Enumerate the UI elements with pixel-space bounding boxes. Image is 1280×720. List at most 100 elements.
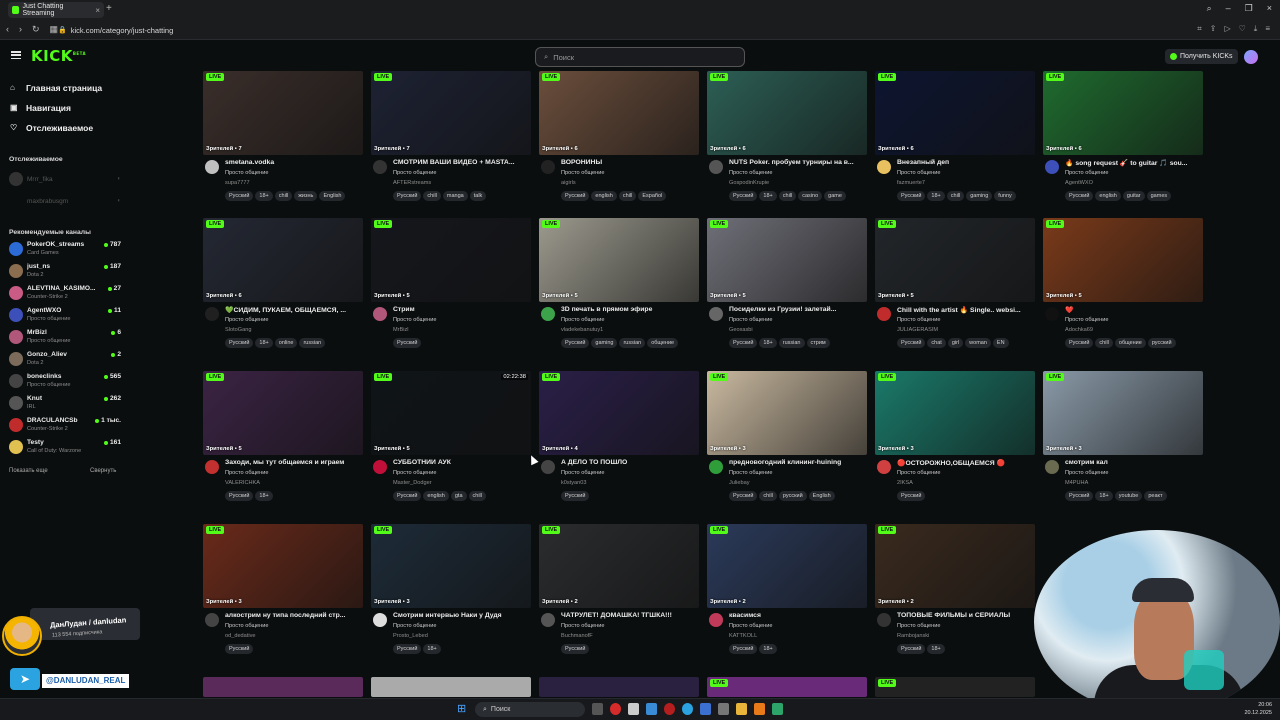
kick-logo[interactable]: KICKBETA	[31, 47, 86, 65]
tag-chip[interactable]: game	[824, 191, 846, 201]
tag-chip[interactable]: chill	[778, 191, 797, 201]
tag-chip[interactable]: Русский	[225, 191, 254, 201]
tag-chip[interactable]: 18+	[759, 644, 777, 654]
app-icon[interactable]	[646, 703, 657, 715]
vlc-icon[interactable]	[754, 703, 765, 715]
stream-title[interactable]: А ДЕЛО ТО ПОШЛО	[561, 459, 697, 466]
channel-avatar[interactable]	[877, 460, 891, 474]
stream-card[interactable]: LIVE Зрителей • 7 СМОТРИМ ВАШИ ВИДЕО + MAS…	[371, 71, 531, 211]
stream-card[interactable]: LIVE Зрителей • 5 3D печать в прямом эфире…	[539, 218, 699, 358]
tag-chip[interactable]: manga	[442, 191, 468, 201]
tag-chip[interactable]: Русский	[561, 338, 590, 348]
tag-chip[interactable]: 18+	[1095, 491, 1113, 501]
channel-avatar[interactable]	[205, 613, 219, 627]
stream-thumbnail[interactable]: LIVE Зрителей • 7	[371, 71, 531, 155]
tag-chip[interactable]: русский	[778, 491, 807, 501]
stream-card[interactable]: LIVE Зрителей • 3 Смотрим интервью Наки у …	[371, 524, 531, 664]
channel-name[interactable]: vladekebanutuy1	[561, 327, 603, 333]
stream-thumbnail[interactable]: LIVE Зрителей • 3	[875, 371, 1035, 455]
taskbar-search[interactable]: ⌕ Поиск	[475, 702, 585, 717]
tag-chip[interactable]: Русский	[1065, 191, 1094, 201]
tag-chip[interactable]: Русский	[393, 338, 422, 348]
stream-card[interactable]: LIVE Зрителей • 5 Chill with the artist 🔥 …	[875, 218, 1035, 358]
tag-chip[interactable]: Русский	[897, 191, 926, 201]
tag-chip[interactable]: 18+	[255, 491, 273, 501]
screenshot-icon[interactable]: ⌗	[1197, 24, 1202, 34]
channel-avatar[interactable]	[373, 160, 387, 174]
close-window-icon[interactable]: ×	[1267, 3, 1272, 14]
telegram-taskbar-icon[interactable]	[682, 703, 693, 715]
browser-tab[interactable]: Just Chatting Streaming ×	[8, 2, 104, 18]
windows-start-icon[interactable]: ⊞	[457, 703, 469, 715]
stream-thumbnail[interactable]: LIVE Зрителей • 7	[203, 71, 363, 155]
stream-title[interactable]: NUTS Poker. пробуем турниры на в...	[729, 159, 865, 166]
channel-avatar[interactable]	[541, 460, 555, 474]
tag-chip[interactable]: EN	[992, 338, 1009, 348]
stream-thumbnail[interactable]: LIVE Зрителей • 2	[875, 524, 1035, 608]
stream-category[interactable]: Просто общение	[1065, 317, 1109, 323]
stream-card[interactable]: LIVE Зрителей • 6 ВОРОНИНЫ Просто общение ai…	[539, 71, 699, 211]
channel-name[interactable]: 2IKSA	[897, 480, 913, 486]
channel-avatar[interactable]	[877, 160, 891, 174]
stream-title[interactable]: 🔥 song request 🎸 to guitar 🎵 sou...	[1065, 159, 1201, 167]
tag-chip[interactable]: russian	[619, 338, 646, 348]
stream-card[interactable]: LIVE 02:22:38 Зрителей • 5 СУББОТНИЙ АУК Про…	[371, 371, 531, 511]
sidebar-recommended-channel[interactable]: boneclinks Просто общение 565	[9, 372, 121, 392]
stream-category[interactable]: Просто общение	[561, 623, 605, 629]
tag-chip[interactable]: guitar	[1122, 191, 1145, 201]
channel-name[interactable]: aigirls	[561, 180, 576, 186]
get-kicks-button[interactable]: Получить KICKs	[1165, 49, 1238, 64]
tag-chip[interactable]: English	[319, 191, 346, 201]
bookmark-icon[interactable]: ♡	[1239, 24, 1246, 34]
tag-chip[interactable]: Русский	[561, 491, 590, 501]
tabs-grid-icon[interactable]: ▦	[50, 24, 59, 35]
stream-card[interactable]: LIVE Зрителей • 2 ТОПОВЫЕ ФИЛЬМЫ и СЕРИАЛЫ…	[875, 524, 1035, 664]
sidebar-recommended-channel[interactable]: AgentWXO Просто общение 11	[9, 306, 121, 326]
hamburger-menu-icon[interactable]	[11, 51, 21, 59]
tag-chip[interactable]: English	[808, 491, 835, 501]
tag-chip[interactable]: youtube	[1114, 491, 1143, 501]
tag-chip[interactable]: chill	[468, 491, 486, 501]
channel-avatar[interactable]	[1045, 160, 1059, 174]
stream-category[interactable]: Просто общение	[225, 170, 269, 176]
tag-chip[interactable]: Русский	[897, 491, 926, 501]
stream-title[interactable]: smetana.vodka	[225, 159, 361, 166]
stream-card[interactable]: LIVE Зрителей • 5 Заходи, мы тут общаемся …	[203, 371, 363, 511]
search-input[interactable]: ⌕ Поиск	[535, 47, 745, 67]
channel-name[interactable]: Master_Dodger	[393, 480, 432, 486]
stream-category[interactable]: Просто общение	[897, 317, 941, 323]
stream-category[interactable]: Просто общение	[225, 623, 269, 629]
stream-category[interactable]: Просто общение	[897, 623, 941, 629]
tag-chip[interactable]: Русский	[561, 191, 590, 201]
stream-thumbnail[interactable]: LIVE 02:22:38 Зрителей • 5	[371, 371, 531, 455]
followed-channel[interactable]: Mrrr_fika ◐	[9, 172, 121, 186]
tag-chip[interactable]: funny	[994, 191, 1016, 201]
app-icon[interactable]	[718, 703, 729, 715]
tag-chip[interactable]: общение	[647, 338, 679, 348]
stream-title[interactable]: ВОРОНИНЫ	[561, 159, 697, 166]
channel-name[interactable]: AgentWXO	[1065, 180, 1093, 186]
stream-card[interactable]: LIVE Зрителей • 6 NUTS Poker. пробуем турн…	[707, 71, 867, 211]
stream-card[interactable]: LIVE Зрителей • 5 Стрим Просто общение MrBiz…	[371, 218, 531, 358]
tag-chip[interactable]: 18+	[759, 191, 777, 201]
stream-thumbnail[interactable]: LIVE Зрителей • 3	[203, 524, 363, 608]
stream-card[interactable]: LIVE Зрителей • 6 💚СИДИМ, ПУКАЕМ, ОБЩАЕМСЯ…	[203, 218, 363, 358]
stream-category[interactable]: Просто общение	[897, 470, 941, 476]
stream-title[interactable]: Заходи, мы тут общаемся и играем	[225, 459, 361, 466]
stream-title[interactable]: 3D печать в прямом эфире	[561, 306, 697, 313]
stream-category[interactable]: Просто общение	[561, 170, 605, 176]
stream-title[interactable]: квасимся	[729, 612, 865, 619]
tag-chip[interactable]: общение	[1114, 338, 1146, 348]
sidebar-recommended-channel[interactable]: ALEVTINA_KASIMO... Counter-Strike 2 27	[9, 284, 121, 304]
tag-chip[interactable]: chill	[423, 191, 441, 201]
stream-card[interactable]: LIVE Зрителей • 6 Внезапный деп Просто обще…	[875, 71, 1035, 211]
play-icon[interactable]: ▷	[1224, 24, 1230, 34]
tag-chip[interactable]: Русский	[393, 191, 422, 201]
sidebar-recommended-channel[interactable]: Testy Call of Duty: Warzone 161	[9, 438, 121, 458]
stream-thumbnail[interactable]: LIVE Зрителей • 6	[707, 71, 867, 155]
stream-thumbnail[interactable]: LIVE Зрителей • 5	[875, 218, 1035, 302]
stream-card[interactable]: LIVE Зрителей • 3 алкострим ну типа послед…	[203, 524, 363, 664]
tag-chip[interactable]: chill	[1095, 338, 1113, 348]
stream-title[interactable]: смотрим кал	[1065, 459, 1201, 466]
channel-avatar[interactable]	[709, 460, 723, 474]
